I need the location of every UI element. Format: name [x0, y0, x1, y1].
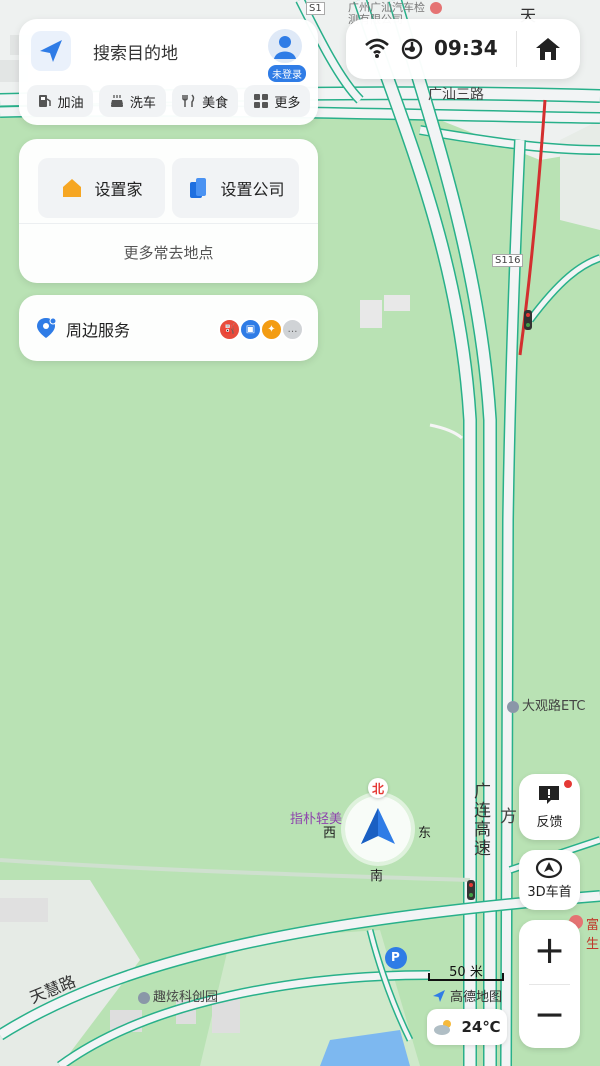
nearby-label: 周边服务 [66, 321, 131, 340]
road-label-s1: S1 [306, 2, 325, 15]
gps-signal-icon [401, 38, 423, 60]
home-icon[interactable] [534, 36, 562, 62]
temperature: 24℃ [461, 1018, 501, 1036]
navigation-send-icon [31, 31, 71, 71]
set-home-label: 设置家 [94, 180, 143, 199]
road-label-s116: S116 [492, 254, 524, 267]
quick-item-more[interactable]: 更多 [243, 85, 310, 117]
compass-west: 西 [323, 826, 337, 841]
favorite-places-card: 设置家 设置公司 更多常去地点 [19, 139, 318, 283]
divider [19, 223, 318, 224]
user-icon [274, 36, 296, 59]
carwash-service-icon: ▣ [239, 318, 262, 341]
parking-label[interactable]: P [391, 950, 400, 964]
more-service-icon: … [281, 318, 304, 341]
quick-item-label: 美食 [202, 95, 229, 111]
quick-item-food[interactable]: 美食 [171, 85, 238, 117]
fuel-service-icon: ⛽ [218, 318, 241, 341]
wifi-icon [365, 38, 389, 58]
road-label-guangshan: 广汕三路 [428, 87, 484, 103]
view-mode-label: 3D车首 [527, 885, 572, 900]
feedback-icon [539, 786, 559, 804]
quick-item-label: 加油 [57, 95, 84, 111]
more-places-link[interactable]: 更多常去地点 [19, 242, 318, 263]
poi-park-text: 趣炫科创园 [153, 990, 219, 1005]
current-location-arrow-icon [361, 808, 395, 844]
set-home-button[interactable]: 设置家 [38, 158, 165, 218]
fuel-icon [38, 95, 51, 107]
search-card: 搜索目的地 未登录 加油 洗车 美食 更多 [19, 19, 318, 125]
partly-cloudy-icon [434, 1020, 452, 1035]
poi-label-park[interactable]: 趣炫科创园 [138, 986, 218, 1005]
compass-north: 北 [368, 778, 388, 798]
avatar[interactable] [268, 29, 302, 63]
quick-item-label: 洗车 [129, 95, 156, 111]
company-icon [190, 178, 207, 198]
view-mode-icon [535, 857, 563, 879]
quick-actions: 加油 洗车 美食 更多 [27, 85, 310, 117]
nearby-pin-icon [37, 317, 57, 338]
compass-south: 南 [370, 869, 384, 884]
quick-item-label: 更多 [274, 95, 301, 111]
poi-etc-text: 大观路ETC [522, 699, 586, 714]
grid-icon [254, 94, 269, 108]
set-company-button[interactable]: 设置公司 [172, 158, 299, 218]
etc-pin-icon [507, 700, 519, 713]
notification-dot [564, 780, 572, 788]
divider [516, 31, 517, 67]
search-bar[interactable]: 搜索目的地 未登录 [29, 29, 308, 82]
brand-logo: 高德地图 [432, 986, 502, 1005]
poi-label-etc[interactable]: 大观路ETC [507, 695, 585, 714]
food-service-icon: ✦ [260, 318, 283, 341]
map-scale: 50 米 [428, 961, 504, 981]
zoom-controls: + − [519, 920, 580, 1048]
quick-item-fuel[interactable]: 加油 [27, 85, 94, 117]
zoom-in-button[interactable]: + [519, 920, 580, 984]
amap-logo-icon [433, 989, 445, 1002]
set-company-label: 设置公司 [220, 180, 285, 199]
poi-label-right-edge[interactable]: 富生 [586, 914, 600, 952]
food-icon [182, 94, 195, 107]
zoom-out-button[interactable]: − [519, 984, 580, 1048]
nearby-service-icons: ⛽ ▣ ✦ … [218, 318, 304, 341]
home-icon [63, 179, 82, 197]
feedback-label: 反馈 [536, 815, 563, 830]
nearby-services-card[interactable]: 周边服务 ⛽ ▣ ✦ … [19, 295, 318, 361]
brand-text: 高德地图 [450, 990, 503, 1005]
status-bar-card: 09:34 [346, 19, 580, 79]
login-badge[interactable]: 未登录 [268, 65, 306, 82]
scale-bar [428, 973, 504, 981]
road-label-fang: 方 [500, 807, 517, 827]
road-label-expressway: 广连高速 [470, 782, 490, 858]
park-pin-icon [138, 991, 150, 1004]
view-mode-button[interactable]: 3D车首 [519, 850, 580, 910]
clock: 09:34 [434, 36, 498, 60]
compass-east: 东 [418, 826, 432, 841]
weather-widget[interactable]: 24℃ [427, 1009, 507, 1045]
quick-item-carwash[interactable]: 洗车 [99, 85, 166, 117]
car-wash-icon [110, 95, 123, 107]
feedback-button[interactable]: 反馈 [519, 774, 580, 840]
compass[interactable] [345, 796, 411, 862]
search-input[interactable]: 搜索目的地 [93, 39, 178, 64]
